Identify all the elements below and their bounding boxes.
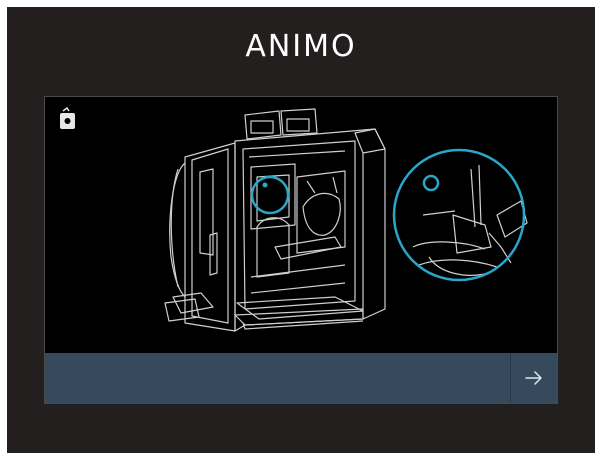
device-screen: ANIMO	[7, 7, 595, 453]
instruction-bar	[45, 353, 557, 403]
coffee-machine-icon	[60, 107, 75, 129]
next-button[interactable]	[510, 353, 557, 403]
zoom-detail-marker	[422, 174, 440, 192]
machine-illustration	[164, 108, 528, 332]
brand-logo: ANIMO	[245, 29, 357, 64]
instruction-panel	[44, 96, 558, 404]
arrow-right-icon	[525, 371, 542, 385]
